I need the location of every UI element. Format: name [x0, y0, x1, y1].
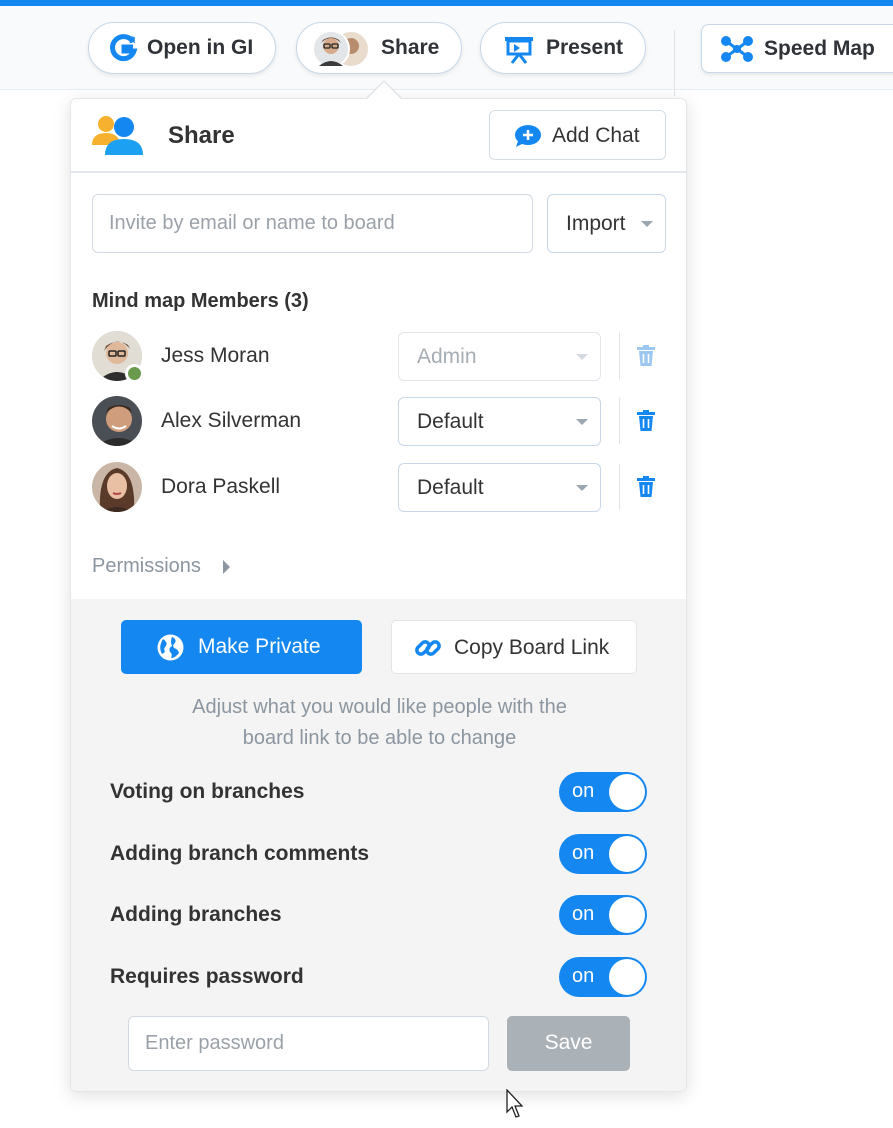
member-role-select[interactable]: Admin	[398, 332, 601, 381]
member-name: Dora Paskell	[161, 475, 281, 498]
network-icon	[720, 35, 754, 63]
people-icon	[91, 113, 145, 157]
chevron-down-icon	[641, 221, 653, 227]
import-label: Import	[566, 211, 626, 235]
link-hint-line-2: board link to be able to change	[242, 727, 517, 749]
row-divider	[619, 333, 620, 379]
member-name: Jess Moran	[161, 344, 270, 367]
copy-board-link-button[interactable]: Copy Board Link	[391, 620, 637, 674]
invite-input[interactable]	[92, 194, 533, 253]
trash-icon[interactable]	[636, 345, 656, 367]
adding-branches-toggle[interactable]: on	[559, 895, 647, 935]
make-private-button[interactable]: Make Private	[121, 620, 362, 674]
member-role: Default	[417, 475, 484, 499]
chat-plus-icon	[514, 124, 542, 148]
presentation-board-icon	[503, 34, 535, 64]
present-label: Present	[546, 36, 624, 59]
share-button[interactable]: Share	[296, 22, 462, 74]
chevron-down-icon	[576, 354, 588, 360]
globe-icon	[157, 634, 184, 661]
gi-logo-icon: R	[109, 34, 139, 64]
save-label: Save	[544, 1031, 593, 1054]
permissions-toggle[interactable]: Permissions	[92, 555, 242, 585]
toggle-state: on	[572, 842, 595, 864]
toggle-knob	[609, 836, 645, 872]
open-in-gi-button[interactable]: R Open in GI	[88, 22, 276, 74]
toggle-state: on	[572, 965, 595, 987]
member-role: Admin	[417, 344, 477, 368]
speed-map-button[interactable]: Speed Map	[701, 24, 893, 73]
option-label: Requires password	[110, 965, 304, 988]
add-chat-button[interactable]: Add Chat	[489, 110, 666, 160]
password-input[interactable]	[128, 1016, 489, 1071]
toolbar-divider	[674, 30, 675, 96]
member-role-select[interactable]: Default	[398, 463, 601, 512]
avatar-dora-paskell	[92, 462, 142, 512]
popover-caret	[367, 82, 401, 99]
branch-comments-toggle[interactable]: on	[559, 834, 647, 874]
member-role-select[interactable]: Default	[398, 397, 601, 446]
toggle-knob	[609, 897, 645, 933]
link-hint-text: Adjust what you would like people with t…	[71, 692, 686, 754]
toggle-state: on	[572, 780, 595, 802]
online-status-dot	[125, 364, 144, 383]
members-heading: Mind map Members (3)	[92, 290, 309, 312]
permissions-label: Permissions	[92, 555, 201, 577]
add-chat-label: Add Chat	[552, 124, 640, 147]
speed-map-label: Speed Map	[764, 37, 875, 60]
present-button[interactable]: Present	[480, 22, 646, 74]
member-name: Alex Silverman	[161, 409, 302, 432]
share-panel: Share Add Chat Import Mind map Members (…	[70, 98, 687, 1092]
header-divider	[71, 171, 686, 173]
option-label: Adding branches	[110, 903, 282, 926]
row-divider	[619, 398, 620, 444]
make-private-label: Make Private	[198, 635, 321, 658]
link-settings-section: Make Private Copy Board Link Adjust what…	[71, 599, 686, 1091]
voting-toggle[interactable]: on	[559, 772, 647, 812]
share-avatars	[311, 30, 371, 68]
link-hint-line-1: Adjust what you would like people with t…	[192, 696, 567, 718]
avatar-alex-silverman	[92, 396, 142, 446]
caret-right-icon	[223, 560, 230, 574]
requires-password-toggle[interactable]: on	[559, 957, 647, 997]
save-button[interactable]: Save	[507, 1016, 630, 1071]
mouse-cursor-icon	[506, 1088, 526, 1119]
member-role: Default	[417, 409, 484, 433]
row-divider	[619, 464, 620, 510]
trash-icon[interactable]	[636, 410, 656, 432]
copy-board-link-label: Copy Board Link	[454, 636, 610, 659]
chevron-down-icon	[576, 419, 588, 425]
option-label: Voting on branches	[110, 780, 305, 803]
toolbar: R Open in GI Share Present Speed Map	[0, 6, 893, 96]
chevron-down-icon	[576, 485, 588, 491]
toggle-state: on	[572, 903, 595, 925]
share-label: Share	[381, 36, 440, 59]
svg-text:R: R	[129, 35, 136, 45]
toggle-knob	[609, 959, 645, 995]
option-label: Adding branch comments	[110, 842, 370, 865]
toggle-knob	[609, 774, 645, 810]
trash-icon[interactable]	[636, 476, 656, 498]
link-icon	[414, 634, 442, 662]
import-dropdown[interactable]: Import	[547, 194, 666, 253]
panel-title: Share	[168, 122, 235, 149]
open-in-gi-label: Open in GI	[147, 36, 254, 59]
